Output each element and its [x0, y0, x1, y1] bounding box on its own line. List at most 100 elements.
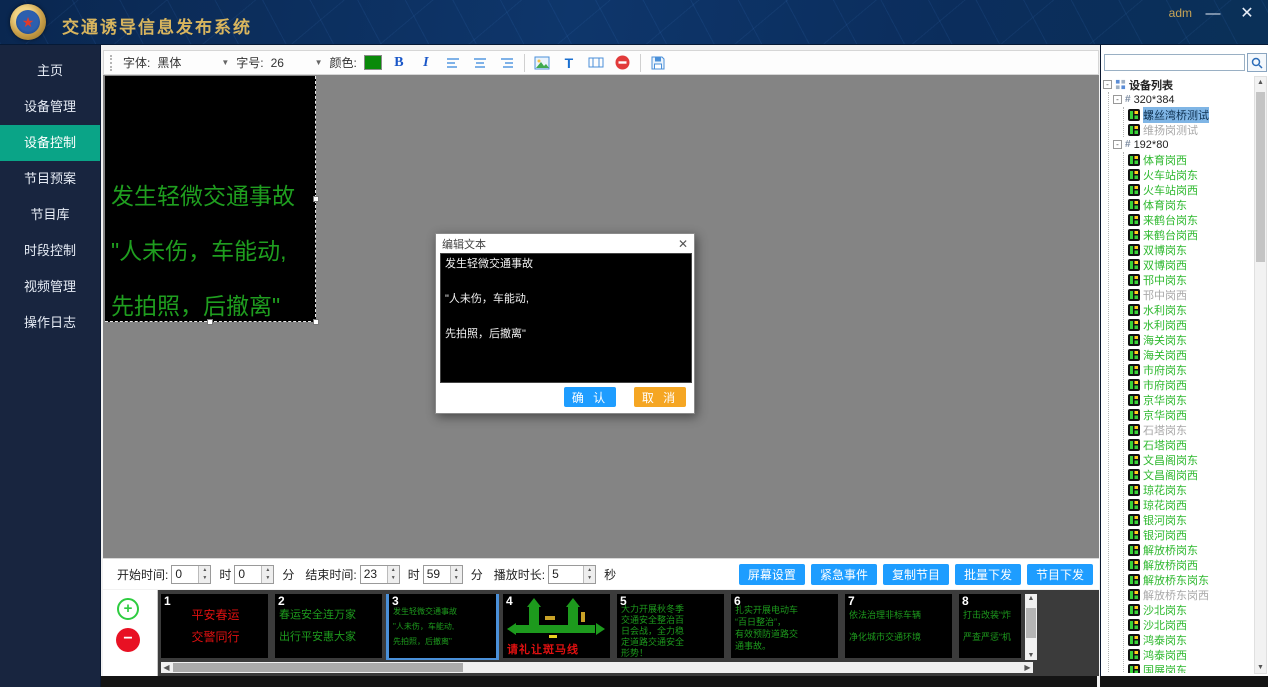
- device-tree-item[interactable]: 邗中岗东: [1128, 272, 1255, 287]
- dialog-close-icon[interactable]: ✕: [678, 237, 688, 251]
- tree-collapse-icon[interactable]: -: [1113, 140, 1122, 149]
- stepper-arrows[interactable]: ▲▼: [583, 566, 595, 583]
- resize-handle-right[interactable]: [313, 196, 319, 202]
- tree-scrollbar[interactable]: ▲ ▼: [1254, 76, 1267, 674]
- emergency-event-button[interactable]: 紧急事件: [811, 564, 877, 585]
- scroll-down-icon[interactable]: ▼: [1025, 652, 1037, 659]
- align-right-button[interactable]: [497, 53, 517, 73]
- scroll-left-icon[interactable]: ◀: [161, 663, 172, 672]
- copy-program-button[interactable]: 复制节目: [883, 564, 949, 585]
- sidebar-item-program-lib[interactable]: 节目库: [0, 197, 100, 233]
- start-hour-stepper[interactable]: 0 ▲▼: [171, 565, 211, 584]
- screen-settings-button[interactable]: 屏幕设置: [739, 564, 805, 585]
- italic-button[interactable]: I: [416, 53, 436, 73]
- batch-send-button[interactable]: 批量下发: [955, 564, 1021, 585]
- device-tree-item[interactable]: 海关岗西: [1128, 347, 1255, 362]
- device-tree-item[interactable]: 京华岗东: [1128, 392, 1255, 407]
- device-tree-item[interactable]: 国展岗东: [1128, 662, 1255, 673]
- device-tree-item[interactable]: 水利岗西: [1128, 317, 1255, 332]
- device-tree-item[interactable]: 石塔岗东: [1128, 422, 1255, 437]
- start-min-stepper[interactable]: 0 ▲▼: [234, 565, 274, 584]
- bold-button[interactable]: B: [389, 53, 409, 73]
- device-tree-item[interactable]: 体育岗西: [1128, 152, 1255, 167]
- sidebar-item-device-control[interactable]: 设备控制: [0, 125, 100, 161]
- tree-root[interactable]: -设备列表: [1103, 77, 1255, 92]
- device-tree-item[interactable]: 沙北岗西: [1128, 617, 1255, 632]
- tree-collapse-icon[interactable]: -: [1113, 95, 1122, 104]
- playlist-horizontal-scrollbar[interactable]: ◀ ▶: [161, 662, 1033, 673]
- device-tree-item[interactable]: 沙北岗东: [1128, 602, 1255, 617]
- device-search-input[interactable]: [1104, 54, 1245, 71]
- playlist-thumb-5[interactable]: 5大力开展秋冬季交通安全整治百日会战，全力稳定道路交通安全形势！: [617, 594, 724, 658]
- device-tree-item[interactable]: 水利岗东: [1128, 302, 1255, 317]
- scroll-up-icon[interactable]: ▲: [1255, 79, 1266, 86]
- playlist-thumb-1[interactable]: 1平安春运交警同行: [161, 594, 268, 658]
- program-send-button[interactable]: 节目下发: [1027, 564, 1093, 585]
- stepper-arrows[interactable]: ▲▼: [261, 566, 273, 583]
- device-tree-item[interactable]: 鸿泰岗西: [1128, 647, 1255, 662]
- playlist-thumb-4[interactable]: 4请礼让斑马线: [503, 594, 610, 658]
- device-tree-item[interactable]: 邗中岗西: [1128, 287, 1255, 302]
- device-tree-item[interactable]: 海关岗东: [1128, 332, 1255, 347]
- scrollbar-thumb[interactable]: [1256, 92, 1265, 262]
- device-tree-item[interactable]: 火车站岗东: [1128, 167, 1255, 182]
- tree-group-320*384[interactable]: -#320*384: [1113, 92, 1255, 107]
- playlist-thumb-3[interactable]: 3发生轻微交通事故"人未伤，车能动,先拍照，后撤离": [389, 594, 496, 658]
- cancel-button[interactable]: 取 消: [634, 387, 686, 407]
- tree-collapse-icon[interactable]: -: [1103, 80, 1112, 89]
- device-tree-item[interactable]: 文昌阁岗西: [1128, 467, 1255, 482]
- playlist-thumb-6[interactable]: 6扎实开展电动车“百日整治”，有效预防道路交通事故。: [731, 594, 838, 658]
- confirm-button[interactable]: 确 认: [564, 387, 616, 407]
- scroll-right-icon[interactable]: ▶: [1022, 663, 1033, 672]
- scroll-up-icon[interactable]: ▲: [1025, 595, 1037, 602]
- add-program-button[interactable]: +: [117, 598, 139, 620]
- stepper-arrows[interactable]: ▲▼: [387, 566, 399, 583]
- insert-text-button[interactable]: T: [559, 53, 579, 73]
- sidebar-item-program-plan[interactable]: 节目预案: [0, 161, 100, 197]
- dialog-textarea[interactable]: 发生轻微交通事故 "人未伤，车能动, 先拍照，后撤离": [440, 253, 692, 383]
- sidebar-item-home[interactable]: 主页: [0, 53, 100, 89]
- device-tree-item[interactable]: 琼花岗东: [1128, 482, 1255, 497]
- end-min-stepper[interactable]: 59 ▲▼: [423, 565, 463, 584]
- device-tree-item[interactable]: 维扬岗测试: [1128, 122, 1255, 137]
- device-tree-item[interactable]: 市府岗西: [1128, 377, 1255, 392]
- sidebar-item-video-mgmt[interactable]: 视频管理: [0, 269, 100, 305]
- device-tree-item[interactable]: 解放桥东岗东: [1128, 572, 1255, 587]
- scrollbar-thumb[interactable]: [173, 663, 463, 672]
- device-tree-item[interactable]: 鸿泰岗东: [1128, 632, 1255, 647]
- color-swatch[interactable]: [364, 55, 382, 70]
- device-tree-item[interactable]: 解放桥岗西: [1128, 557, 1255, 572]
- sidebar-item-op-log[interactable]: 操作日志: [0, 305, 100, 341]
- device-tree-item[interactable]: 双博岗东: [1128, 242, 1255, 257]
- scrollbar-thumb[interactable]: [1026, 608, 1036, 638]
- device-tree-item[interactable]: 银河岗西: [1128, 527, 1255, 542]
- duration-stepper[interactable]: 5 ▲▼: [548, 565, 596, 584]
- stop-button[interactable]: [613, 53, 633, 73]
- scroll-down-icon[interactable]: ▼: [1255, 664, 1266, 671]
- device-tree-item[interactable]: 市府岗东: [1128, 362, 1255, 377]
- remove-program-button[interactable]: −: [116, 628, 140, 652]
- font-select[interactable]: 黑体 ▼: [157, 54, 229, 71]
- align-center-button[interactable]: [470, 53, 490, 73]
- size-select[interactable]: 26 ▼: [271, 56, 323, 70]
- sidebar-item-device-mgmt[interactable]: 设备管理: [0, 89, 100, 125]
- device-tree-item[interactable]: 解放桥东岗西: [1128, 587, 1255, 602]
- dialog-header[interactable]: 编辑文本 ✕: [436, 234, 694, 253]
- resize-handle-corner[interactable]: [313, 319, 319, 325]
- playlist-vertical-scrollbar[interactable]: ▲ ▼: [1025, 594, 1037, 660]
- marquee-button[interactable]: [586, 53, 606, 73]
- device-tree-item[interactable]: 琼花岗西: [1128, 497, 1255, 512]
- device-tree-item[interactable]: 解放桥岗东: [1128, 542, 1255, 557]
- device-tree-item[interactable]: 火车站岗西: [1128, 182, 1255, 197]
- device-tree-item[interactable]: 银河岗东: [1128, 512, 1255, 527]
- resize-handle-bottom[interactable]: [207, 319, 213, 325]
- edit-canvas[interactable]: 发生轻微交通事故 "人未伤，车能动, 先拍照，后撤离" 编辑文本 ✕ 发生轻微交…: [103, 75, 1099, 558]
- device-tree-item[interactable]: 体育岗东: [1128, 197, 1255, 212]
- tree-group-192*80[interactable]: -#192*80: [1113, 137, 1255, 152]
- playlist-thumb-2[interactable]: 2春运安全连万家出行平安惠大家: [275, 594, 382, 658]
- insert-image-button[interactable]: [532, 53, 552, 73]
- device-tree-item[interactable]: 螺丝湾桥测试: [1128, 107, 1255, 122]
- minimize-button[interactable]: —: [1200, 2, 1226, 26]
- device-tree-item[interactable]: 来鹤台岗东: [1128, 212, 1255, 227]
- device-tree-item[interactable]: 文昌阁岗东: [1128, 452, 1255, 467]
